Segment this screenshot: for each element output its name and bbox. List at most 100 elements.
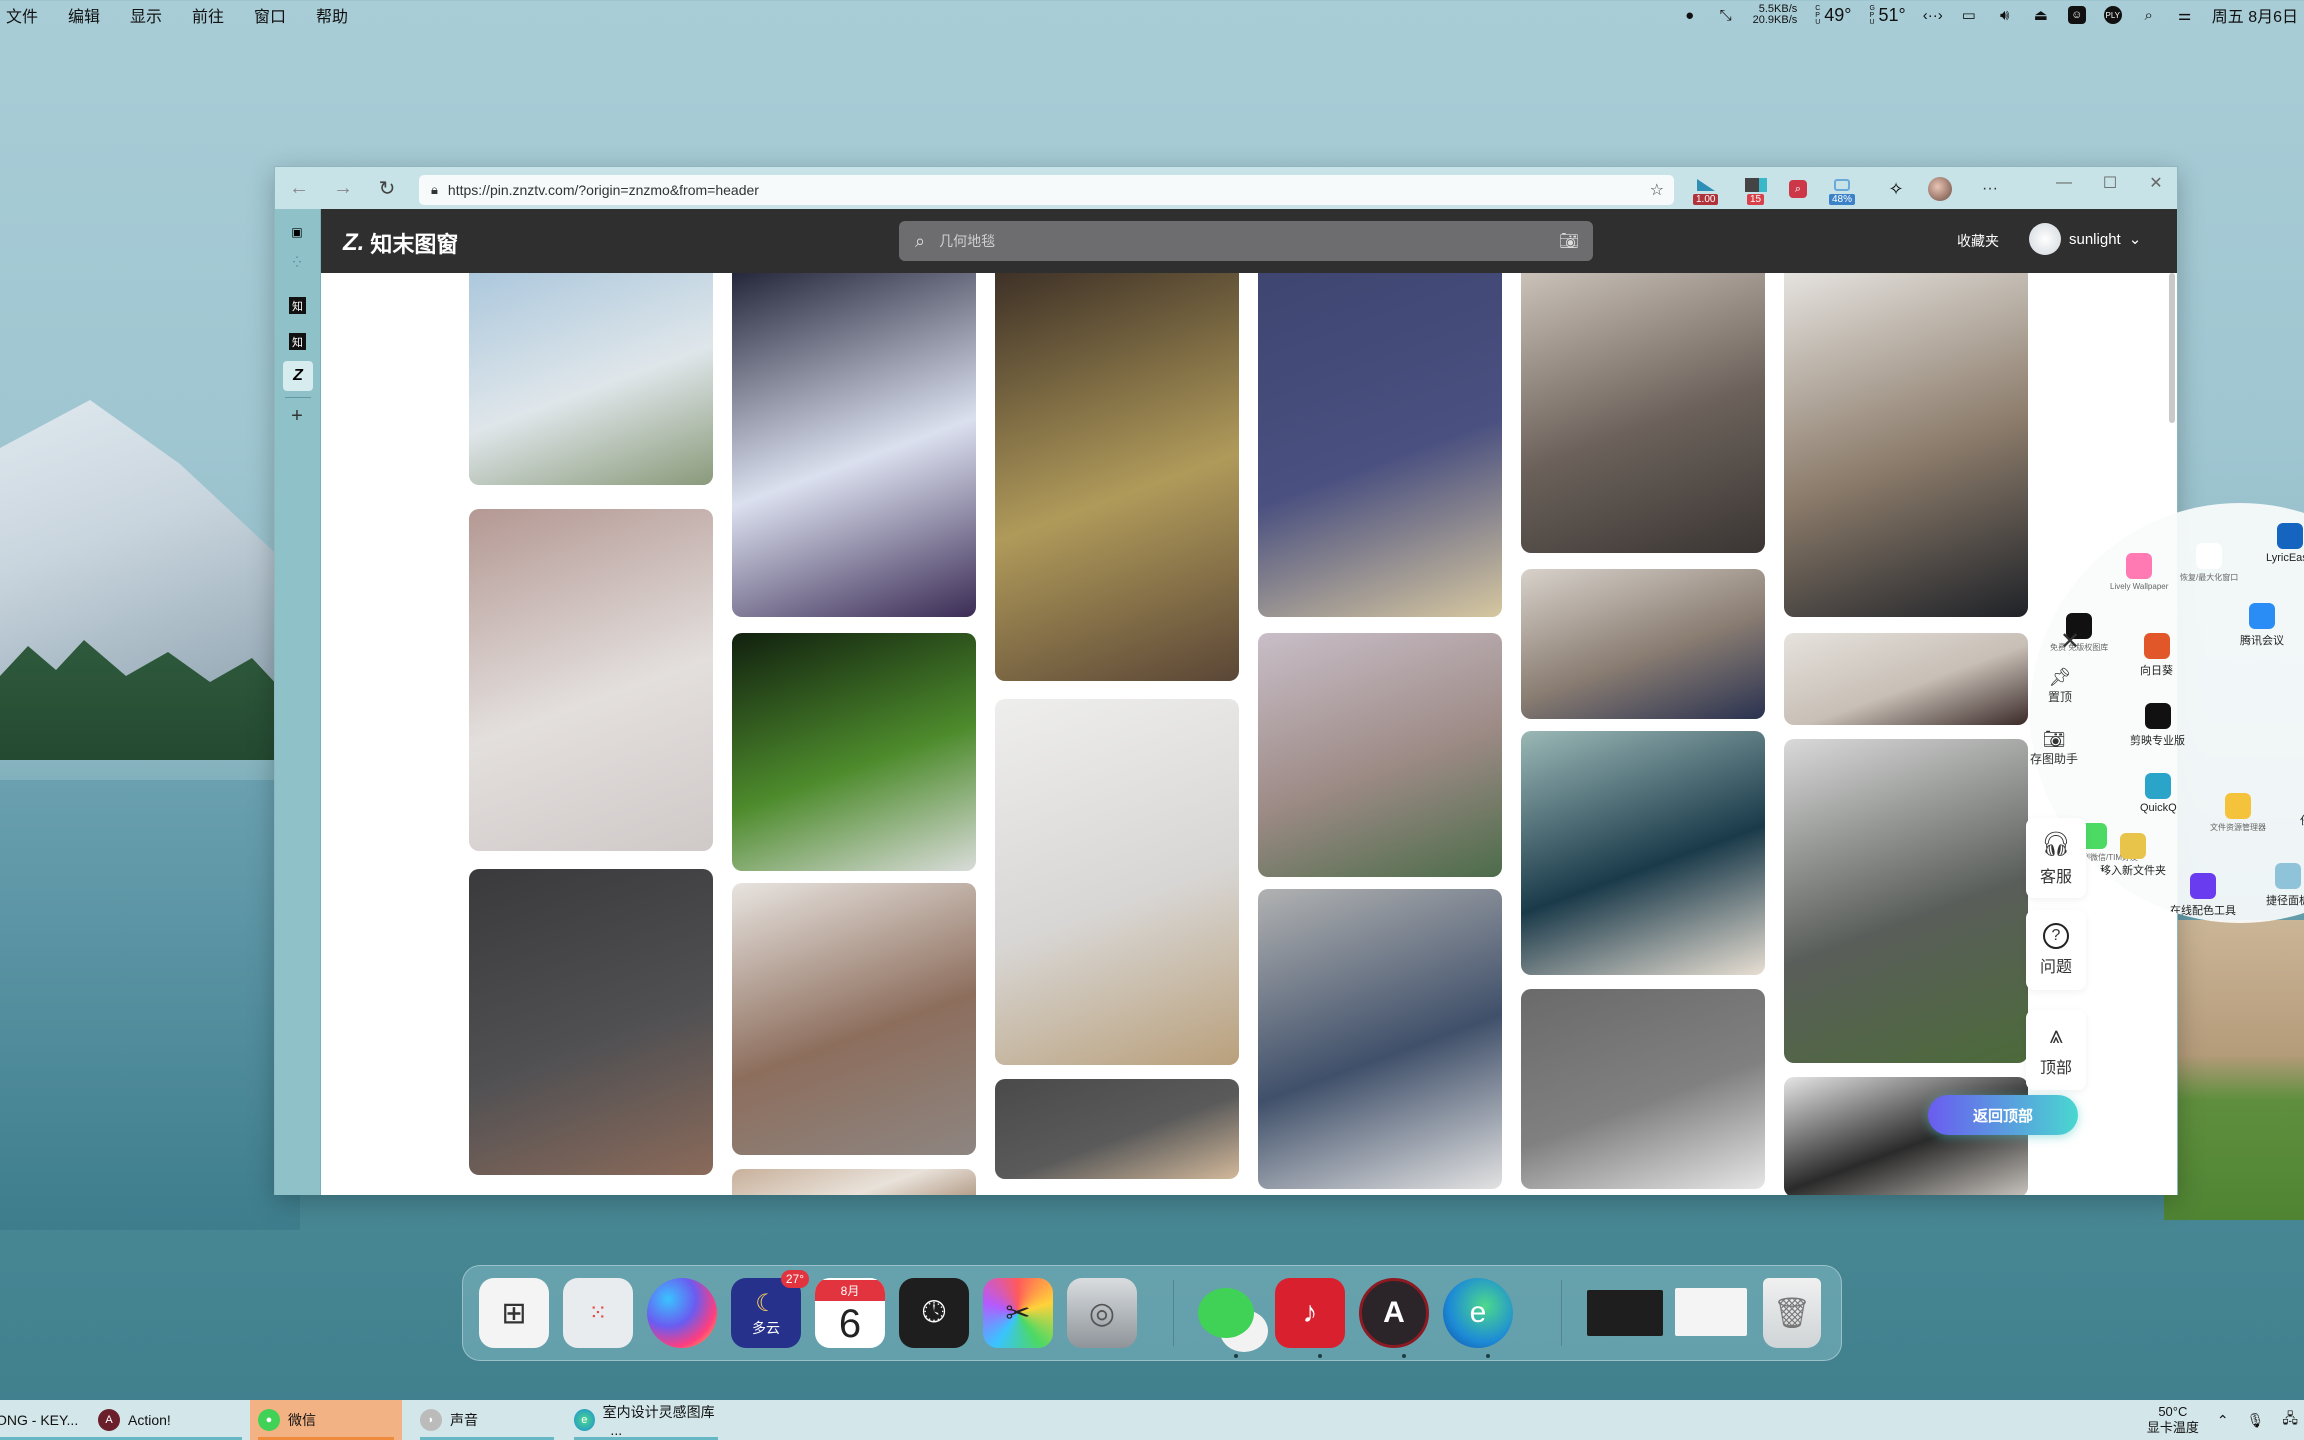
camera-search-icon[interactable]: 📷︎ <box>1559 231 1579 251</box>
back-to-top-button[interactable]: 返回顶部 <box>1928 1095 2078 1135</box>
tab-actions-icon[interactable]: ▣ <box>284 219 310 245</box>
extensions-button[interactable]: ✧ <box>1881 175 1911 203</box>
wechat-status-icon[interactable]: ● <box>1681 6 1699 24</box>
taskbar-item-action[interactable]: A Action! <box>90 1400 250 1440</box>
pin-top-action[interactable]: 📌︎ 置顶 <box>2030 660 2090 712</box>
chevron-up-icon[interactable]: ⌃ <box>2217 1412 2229 1429</box>
pin-image[interactable] <box>1784 633 2028 725</box>
volume-icon[interactable]: 🔊︎ <box>1996 6 2014 24</box>
dock-wechat[interactable] <box>1191 1278 1261 1348</box>
pin-image[interactable] <box>995 263 1239 681</box>
pin-image[interactable] <box>469 263 713 485</box>
page-scrollbar[interactable] <box>2169 273 2175 423</box>
address-bar[interactable]: 🔒︎ https://pin.znztv.com/?origin=znzmo&f… <box>419 175 1674 205</box>
radial-item[interactable]: 在线配色工具 <box>2170 873 2236 918</box>
dock-calendar[interactable]: 8月 6 <box>815 1278 885 1348</box>
pin-image[interactable] <box>1521 731 1765 975</box>
network-icon[interactable]: 🖧︎ <box>2282 1408 2298 1432</box>
pin-image[interactable] <box>1258 633 1502 877</box>
dock-color-ui[interactable]: ✂ <box>983 1278 1053 1348</box>
menu-help[interactable]: 帮助 <box>316 3 378 27</box>
url-text[interactable]: https://pin.znztv.com/?origin=znzmo&from… <box>448 182 759 198</box>
ply-icon[interactable]: PLY <box>2103 6 2122 24</box>
more-button[interactable]: ··· <box>1975 175 2005 203</box>
menu-view[interactable]: 显示 <box>130 3 192 27</box>
scroll-top-button[interactable]: ⩓ 顶部 <box>2026 1010 2086 1090</box>
taskbar-item-sound[interactable]: ◗ 声音 <box>412 1400 562 1440</box>
radial-item[interactable]: 向日葵 <box>2140 633 2173 678</box>
vertical-tab-zhi-2[interactable]: 知 <box>289 333 306 350</box>
new-tab-button[interactable]: + <box>284 403 310 429</box>
menu-go[interactable]: 前往 <box>192 3 254 27</box>
tab-dots-icon[interactable]: ⁛ <box>284 249 310 275</box>
code-icon[interactable]: ‹··› <box>1923 6 1943 24</box>
favorites-link[interactable]: 收藏夹 <box>1957 231 1999 251</box>
menu-file[interactable]: 文件 <box>6 3 68 27</box>
dock-action[interactable]: A <box>1359 1278 1429 1348</box>
add-favorite-icon[interactable]: ☆ <box>1650 180 1664 200</box>
maximize-button[interactable]: ☐ <box>2087 167 2133 199</box>
dock-disk-utility[interactable]: ◎ <box>1067 1278 1137 1348</box>
search-box[interactable]: ⌕ 📷︎ <box>899 221 1593 261</box>
customer-service-button[interactable]: 🎧︎ 客服 <box>2026 818 2086 898</box>
forward-button[interactable]: → <box>321 167 365 209</box>
menu-edit[interactable]: 编辑 <box>68 3 130 27</box>
display-icon[interactable]: ▭ <box>1960 6 1978 24</box>
radial-item[interactable]: Lively Wallpaper <box>2110 553 2168 591</box>
radial-item[interactable]: 剪映专业版 <box>2130 703 2185 748</box>
question-button[interactable]: ? 问题 <box>2026 910 2086 990</box>
resize-icon[interactable]: ⤡ <box>1717 6 1735 24</box>
vertical-tab-znz-active[interactable]: Z <box>283 361 313 391</box>
vertical-tab-zhi-1[interactable]: 知 <box>289 297 306 314</box>
microphone-icon[interactable]: 🎙︎ <box>2247 1412 2265 1429</box>
pin-image[interactable] <box>732 883 976 1155</box>
dock-clock[interactable]: 🕓︎ <box>899 1278 969 1348</box>
minimize-button[interactable]: — <box>2041 167 2087 199</box>
search-input[interactable] <box>939 233 1500 249</box>
dock-launchpad[interactable]: ⁙ <box>563 1278 633 1348</box>
pin-image[interactable] <box>995 1079 1239 1179</box>
dock-wechat-window[interactable] <box>1675 1288 1747 1336</box>
pin-image[interactable] <box>995 699 1239 1065</box>
search-icon[interactable]: ⌕ <box>2140 6 2158 24</box>
assistant-icon[interactable]: ☺ <box>2067 6 2086 24</box>
dock-weather[interactable]: ☾ 多云 27° <box>731 1270 809 1348</box>
dock-game-center[interactable] <box>647 1278 717 1348</box>
dock-action-window[interactable] <box>1587 1290 1663 1336</box>
save-helper-action[interactable]: 📷︎ 存图助手 <box>2024 722 2084 774</box>
radial-item[interactable]: 腾讯会议 <box>2240 603 2284 648</box>
eject-icon[interactable]: ⏏ <box>2032 6 2050 24</box>
menu-window[interactable]: 窗口 <box>254 3 316 27</box>
close-button[interactable]: ✕ <box>2133 167 2179 199</box>
radial-item[interactable]: 恢复/最大化窗口 <box>2180 543 2238 583</box>
dock-trash[interactable]: 🗑︎ <box>1763 1278 1821 1348</box>
radial-item[interactable]: LyricEase <box>2266 523 2304 564</box>
reload-button[interactable]: ↻ <box>365 167 409 209</box>
datetime[interactable]: 周五 8月6日 <box>2212 3 2298 27</box>
back-button[interactable]: ← <box>277 167 321 209</box>
dock-edge[interactable]: e <box>1443 1278 1513 1348</box>
pin-image[interactable] <box>1784 739 2028 1063</box>
pin-image[interactable] <box>732 263 976 617</box>
radial-item[interactable]: 文件资源管理器 <box>2210 793 2266 833</box>
radial-item[interactable]: 捷径面板 <box>2266 863 2304 908</box>
pin-image[interactable] <box>1258 263 1502 617</box>
pin-image[interactable] <box>732 633 976 871</box>
pin-image[interactable] <box>1521 569 1765 719</box>
taskbar-item-wechat[interactable]: ● 微信 <box>250 1400 402 1440</box>
pin-image[interactable] <box>469 869 713 1175</box>
site-logo[interactable]: Z. 知末图窗 <box>343 227 458 259</box>
dock-netease-music[interactable]: ♪ <box>1275 1278 1345 1348</box>
apps-extension-button[interactable]: 15 <box>1737 175 1767 205</box>
radial-item[interactable]: 任务管理器 <box>2300 783 2304 828</box>
search-extension-button[interactable]: ⌕ <box>1783 175 1813 203</box>
profile-button[interactable] <box>1925 175 1955 203</box>
pin-image[interactable] <box>1258 889 1502 1189</box>
pin-image[interactable] <box>1521 989 1765 1189</box>
speed-extension-button[interactable]: 1.00 <box>1691 175 1721 205</box>
user-menu[interactable]: sunlight ⌄ <box>2029 223 2141 255</box>
radial-item[interactable]: QuickQ <box>2140 773 2177 814</box>
taskbar-item-edge[interactable]: e 室内设计灵感图库_... <box>566 1400 726 1440</box>
pin-image[interactable] <box>732 1169 976 1195</box>
pin-image[interactable] <box>469 509 713 851</box>
